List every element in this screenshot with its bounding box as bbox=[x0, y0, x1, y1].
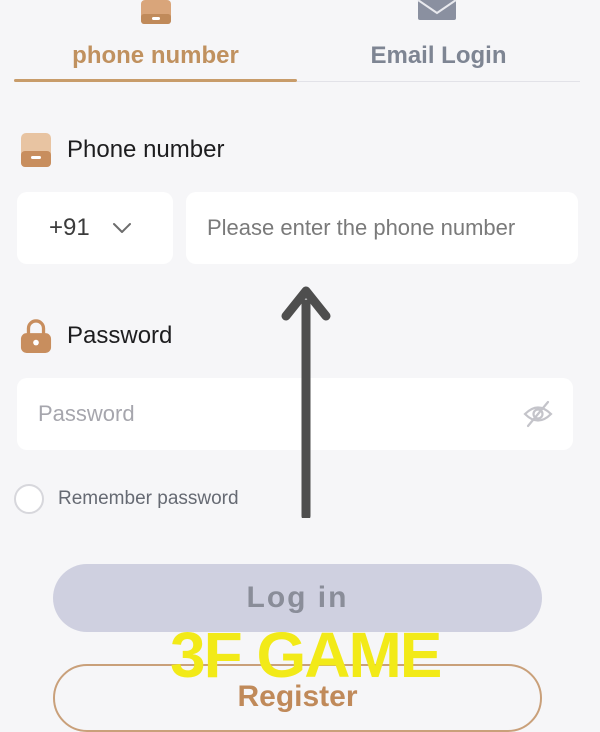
phone-icon bbox=[20, 132, 52, 168]
tab-phone-label: phone number bbox=[72, 42, 239, 69]
lock-icon bbox=[20, 318, 52, 354]
tab-email-login[interactable]: Email Login bbox=[297, 0, 580, 82]
password-input[interactable] bbox=[38, 401, 508, 427]
password-label-text: Password bbox=[67, 322, 173, 349]
phone-input-container bbox=[186, 192, 578, 264]
chevron-down-icon bbox=[112, 222, 132, 234]
watermark-text: 3F GAME bbox=[170, 619, 442, 691]
active-tab-indicator bbox=[14, 79, 297, 82]
tab-email-label: Email Login bbox=[370, 42, 507, 69]
arrow-up-icon bbox=[280, 282, 332, 523]
mail-icon bbox=[417, 0, 457, 27]
country-code-value: +91 bbox=[49, 214, 90, 241]
phone-icon bbox=[141, 0, 171, 29]
login-tabs: phone number Email Login bbox=[0, 0, 600, 84]
remember-password-checkbox[interactable] bbox=[14, 484, 44, 514]
country-code-select[interactable]: +91 bbox=[17, 192, 173, 264]
tab-phone-number[interactable]: phone number bbox=[14, 0, 297, 82]
eye-off-icon[interactable] bbox=[523, 400, 553, 433]
phone-number-input[interactable] bbox=[207, 215, 567, 241]
tab-divider bbox=[297, 81, 580, 82]
phone-number-label: Phone number bbox=[20, 132, 224, 168]
remember-password-label: Remember password bbox=[58, 488, 239, 509]
remember-password[interactable]: Remember password bbox=[14, 484, 239, 514]
phone-number-label-text: Phone number bbox=[67, 136, 225, 163]
password-label: Password bbox=[20, 318, 172, 354]
